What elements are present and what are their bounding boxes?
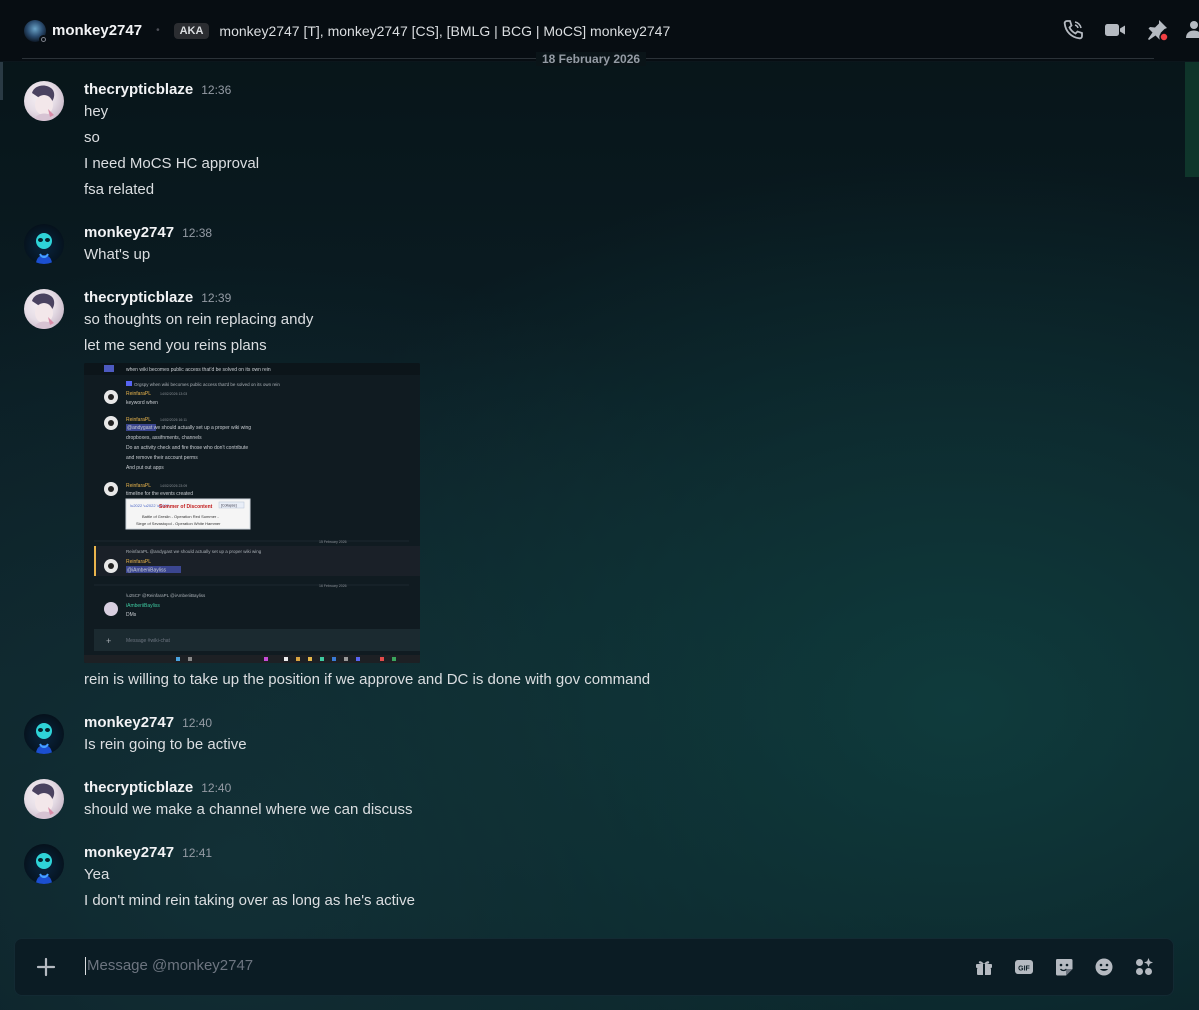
author-name[interactable]: monkey2747 xyxy=(84,844,174,861)
attachment-text: @iAmberiiBayliss xyxy=(127,568,166,574)
attachment-text: keyword when xyxy=(126,400,158,406)
status-offline-icon xyxy=(39,34,48,44)
attachment-text: @andygast we should actually set up a pr… xyxy=(127,425,251,431)
attachment-text: Message #wiki-chat xyxy=(126,638,171,644)
gift-icon[interactable] xyxy=(973,956,995,978)
svg-text:[Collapse]: [Collapse] xyxy=(221,504,237,508)
message-text: so xyxy=(84,129,100,146)
message-text: rein is willing to take up the position … xyxy=(84,671,651,688)
avatar[interactable] xyxy=(24,714,64,754)
message-input[interactable]: Message @monkey2747 xyxy=(85,957,253,975)
message-text: fsa related xyxy=(84,181,155,198)
svg-text:Orgspy when wiki becomes publi: Orgspy when wiki becomes public access t… xyxy=(134,382,280,387)
author-name[interactable]: thecrypticblaze xyxy=(84,81,193,98)
message-timestamp: 12:40 xyxy=(201,781,232,795)
attachment-text: Summer of Discontent xyxy=(159,504,213,510)
svg-text:ReinfaraPL @andygast we should: ReinfaraPL @andygast we should actually … xyxy=(126,549,262,554)
svg-text:14/02/2026 13:03: 14/02/2026 13:03 xyxy=(160,392,187,396)
message-text: hey xyxy=(84,103,109,120)
attachment-text: dropboxes, assifnments, channels xyxy=(126,435,202,441)
message-timestamp: 12:38 xyxy=(182,226,213,240)
message-author[interactable]: thecrypticblaze 12:36 xyxy=(84,81,231,98)
attachment-text: Siege of Sevastopol - Operation White Ha… xyxy=(136,521,221,526)
video-call-icon[interactable] xyxy=(1103,18,1127,42)
avatar[interactable] xyxy=(24,844,64,884)
add-attachment-icon[interactable] xyxy=(35,956,57,978)
message-text: I need MoCS HC approval xyxy=(84,155,260,172)
message-timestamp: 12:39 xyxy=(201,291,232,305)
attachment-text: And put out apps xyxy=(126,465,164,471)
message-author[interactable]: thecrypticblaze 12:39 xyxy=(84,289,231,306)
scroll-indicator xyxy=(0,62,3,100)
svg-text:GIF: GIF xyxy=(1018,966,1030,973)
message-author[interactable]: monkey2747 12:40 xyxy=(84,714,212,731)
author-name[interactable]: monkey2747 xyxy=(84,714,174,731)
message-text: I don't mind rein taking over as long as… xyxy=(84,892,415,909)
attachment-author: ReinfaraPL xyxy=(126,391,151,397)
avatar[interactable] xyxy=(24,19,48,44)
message-composer: Message @monkey2747 GIF xyxy=(14,938,1174,996)
message-text: should we make a channel where we can di… xyxy=(84,801,413,818)
attachment-text: Do an activity check and fire those who … xyxy=(126,445,248,451)
attachment-author: iAmberiiBayliss xyxy=(126,603,160,609)
attachment-text: and remove their account perms xyxy=(126,455,198,461)
message-text: so thoughts on rein replacing andy xyxy=(84,311,314,328)
sticker-icon[interactable] xyxy=(1053,956,1075,978)
message-author[interactable]: monkey2747 12:41 xyxy=(84,844,212,861)
date-divider: 18 February 2026 xyxy=(536,52,647,66)
emoji-icon[interactable] xyxy=(1093,956,1115,978)
svg-text:+: + xyxy=(106,636,111,646)
message-text: Yea xyxy=(84,866,110,883)
separator-dot: • xyxy=(156,25,160,36)
apps-icon[interactable] xyxy=(1133,956,1155,978)
phone-call-icon[interactable] xyxy=(1061,18,1085,42)
attachment-text: when wiki becomes public access that'd b… xyxy=(126,367,271,373)
message-timestamp: 12:40 xyxy=(182,716,213,730)
attachment-text: 16 February 2026 xyxy=(319,584,347,588)
message-text: let me send you reins plans xyxy=(84,337,267,354)
message-author[interactable]: monkey2747 12:38 xyxy=(84,224,212,241)
svg-text:14/02/2026 23:09: 14/02/2026 23:09 xyxy=(160,484,187,488)
message-timestamp: 12:36 xyxy=(201,83,232,97)
add-friends-icon[interactable] xyxy=(1185,18,1199,42)
attachment-author: ReinfaraPL xyxy=(126,483,151,489)
message-text: What's up xyxy=(84,246,151,263)
attachment-text: 15 February 2026 xyxy=(319,540,347,544)
avatar[interactable] xyxy=(24,81,64,121)
attachment-text: DMs xyxy=(126,612,137,618)
svg-text:\u25CF @ReinfaraPL @iAmberiiBa: \u25CF @ReinfaraPL @iAmberiiBayliss xyxy=(126,593,206,598)
image-attachment[interactable]: when wiki becomes public access that'd b… xyxy=(84,363,420,663)
attachment-author: ReinfaraPL xyxy=(126,559,151,565)
message-text: Is rein going to be active xyxy=(84,736,247,753)
attachment-author: ReinfaraPL xyxy=(126,417,151,423)
attachment-text: Battle of Greslin - Operation Red Summer… xyxy=(142,514,219,519)
message-timestamp: 12:41 xyxy=(182,846,213,860)
aka-names: monkey2747 [T], monkey2747 [CS], [BMLG |… xyxy=(219,22,671,39)
avatar[interactable] xyxy=(24,779,64,819)
pinned-messages-icon[interactable] xyxy=(1145,18,1169,42)
gif-icon[interactable]: GIF xyxy=(1013,956,1035,978)
author-name[interactable]: monkey2747 xyxy=(84,224,174,241)
message-author[interactable]: thecrypticblaze 12:40 xyxy=(84,779,231,796)
dm-username[interactable]: monkey2747 xyxy=(52,22,142,39)
scrollbar[interactable] xyxy=(1185,62,1199,177)
aka-badge: AKA xyxy=(173,22,210,39)
avatar[interactable] xyxy=(24,289,64,329)
author-name[interactable]: thecrypticblaze xyxy=(84,779,193,796)
attachment-text: timeline for the events created xyxy=(126,491,193,497)
avatar[interactable] xyxy=(24,224,64,264)
author-name[interactable]: thecrypticblaze xyxy=(84,289,193,306)
svg-text:14/02/2026 16:11: 14/02/2026 16:11 xyxy=(160,418,187,422)
